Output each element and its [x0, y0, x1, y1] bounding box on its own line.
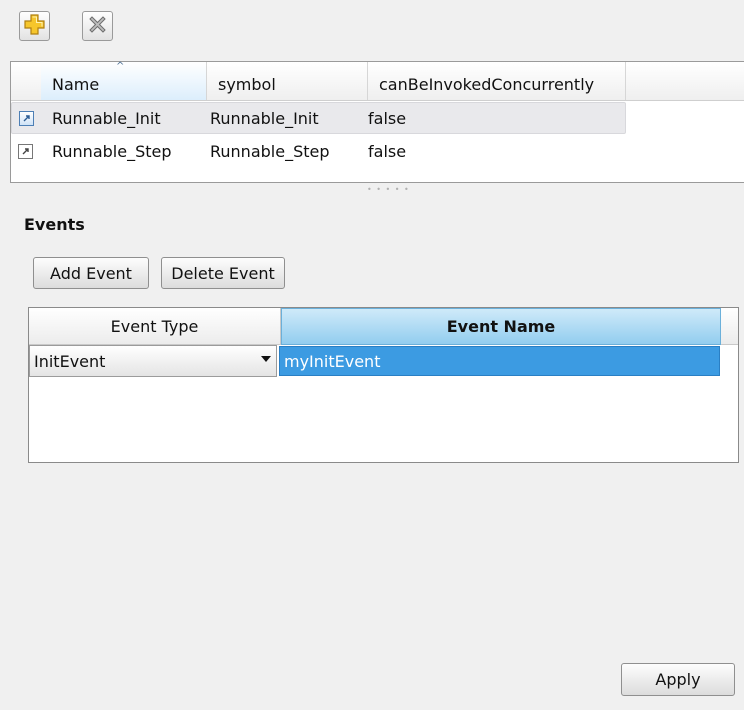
column-header-symbol[interactable]: symbol: [207, 62, 368, 100]
column-header-event-type[interactable]: Event Type: [29, 308, 281, 345]
dropdown-arrow-icon: [261, 356, 271, 362]
runnable-row[interactable]: Runnable_Init Runnable_Init false: [11, 102, 626, 134]
runnable-symbol: Runnable_Init: [210, 109, 319, 128]
runnable-name: Runnable_Step: [52, 142, 172, 161]
runnable-concurrent: false: [368, 109, 407, 128]
delete-x-icon: [87, 14, 108, 39]
runnables-table-header: ^ Name symbol canBeInvokedConcurrently: [11, 62, 744, 101]
header-filler: [721, 308, 738, 345]
runnable-row[interactable]: Runnable_Step Runnable_Step false: [11, 136, 626, 168]
sort-ascending-icon: ^: [116, 61, 125, 72]
runnable-symbol: Runnable_Step: [210, 142, 330, 161]
plus-icon: [24, 13, 45, 39]
runnables-table: ^ Name symbol canBeInvokedConcurrently R…: [10, 61, 744, 183]
runnable-concurrent: false: [368, 142, 407, 161]
column-header-concurrent[interactable]: canBeInvokedConcurrently: [368, 62, 626, 100]
runnable-link-icon: [18, 144, 33, 159]
event-type-dropdown[interactable]: InitEvent: [29, 345, 277, 377]
delete-event-button[interactable]: Delete Event: [161, 257, 285, 289]
add-runnable-button[interactable]: [19, 11, 50, 41]
splitter-handle[interactable]: • • • • •: [367, 186, 410, 194]
runnable-link-icon: [19, 111, 34, 126]
column-header-name[interactable]: ^ Name: [41, 62, 207, 100]
events-section-title: Events: [24, 215, 85, 234]
runnable-name: Runnable_Init: [52, 109, 161, 128]
add-event-button[interactable]: Add Event: [33, 257, 149, 289]
event-name-value: myInitEvent: [284, 351, 381, 371]
event-type-value: InitEvent: [34, 351, 106, 371]
event-name-cell[interactable]: myInitEvent: [279, 346, 720, 376]
apply-button[interactable]: Apply: [621, 663, 735, 696]
events-table: Event Type Event Name InitEvent myInitEv…: [28, 307, 739, 463]
delete-runnable-button[interactable]: [82, 11, 113, 41]
column-header-event-name[interactable]: Event Name: [281, 308, 721, 345]
